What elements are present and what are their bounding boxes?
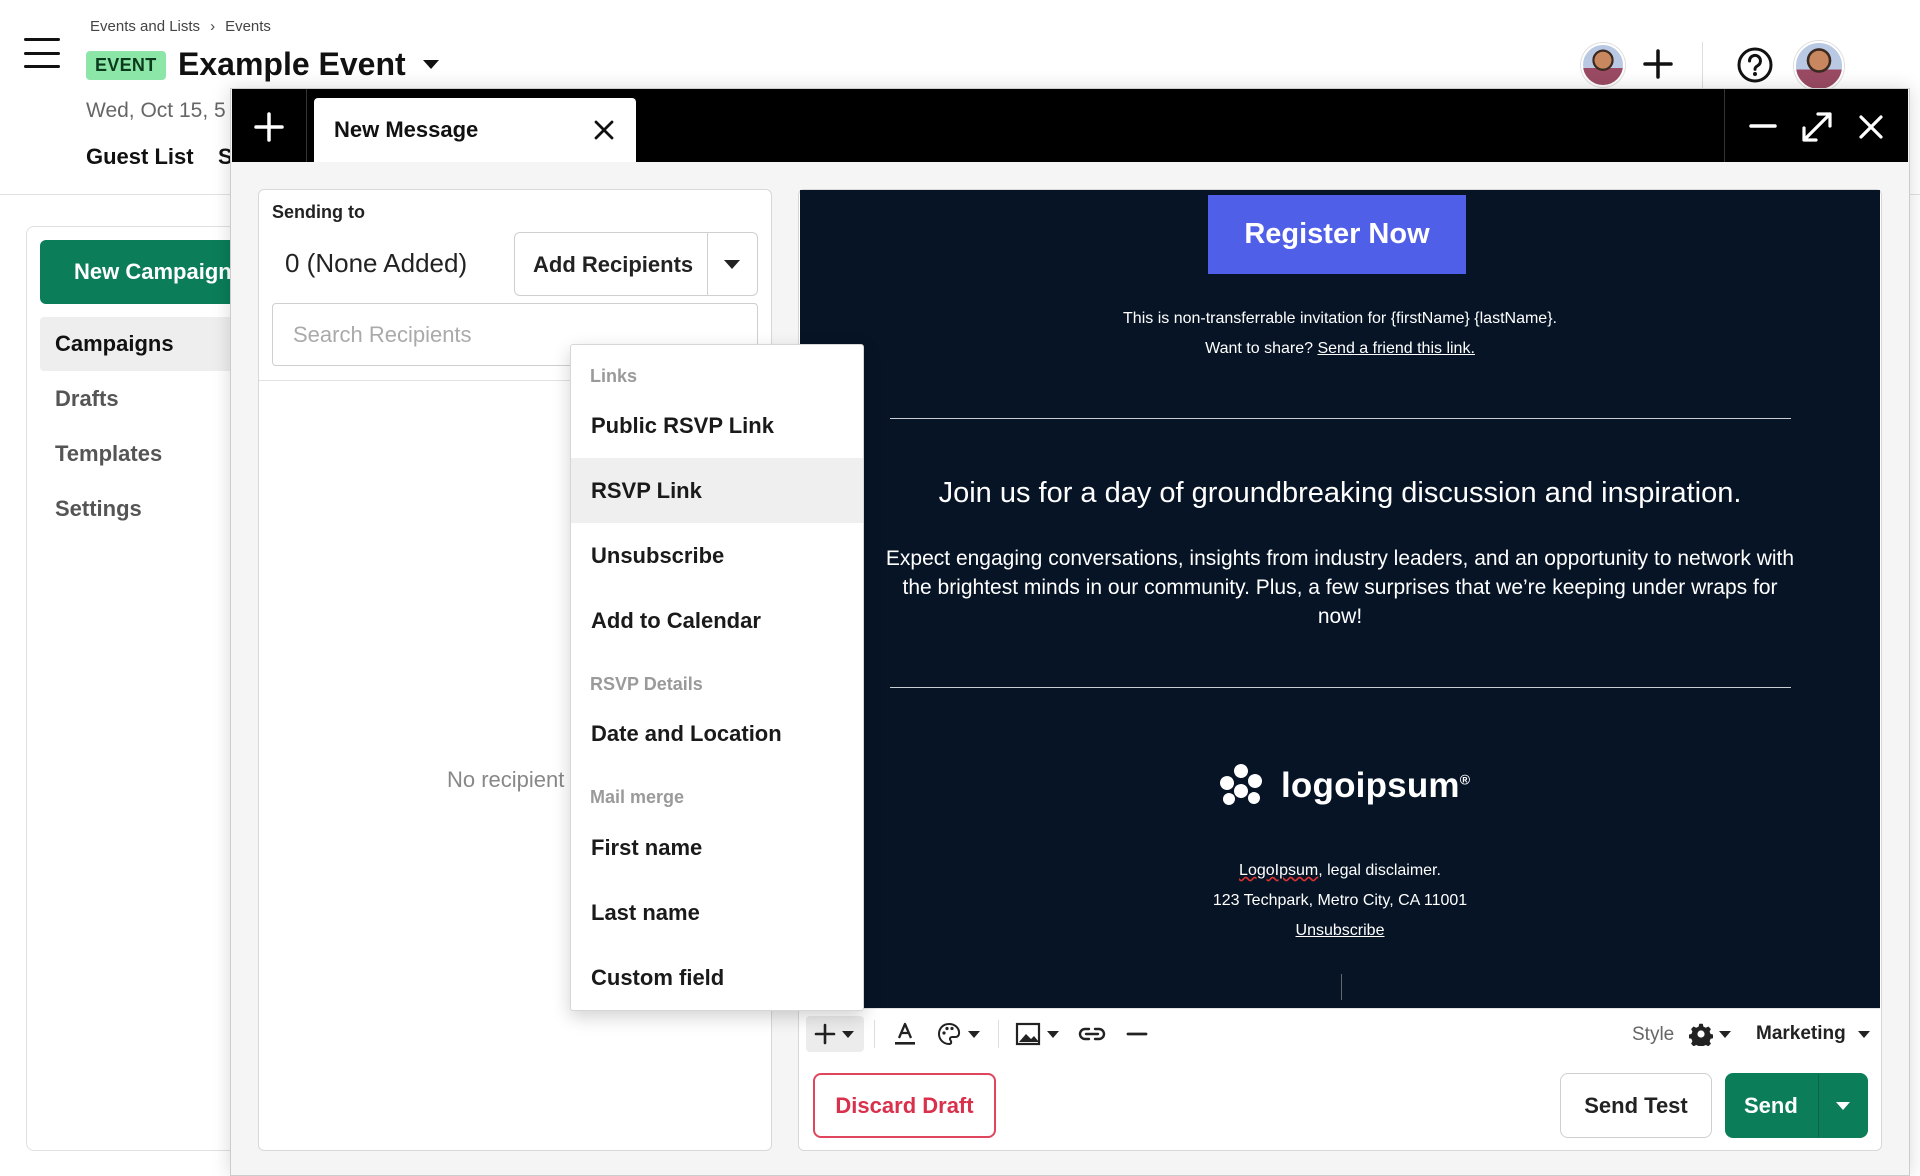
style-settings-button[interactable] bbox=[1689, 1016, 1731, 1052]
link-icon bbox=[1078, 1027, 1106, 1041]
divider-icon bbox=[1126, 1032, 1148, 1036]
palette-button[interactable] bbox=[936, 1016, 980, 1052]
minimize-icon[interactable] bbox=[1748, 106, 1778, 146]
topbar-separator bbox=[306, 89, 307, 162]
text-color-button[interactable] bbox=[893, 1016, 917, 1052]
event-date: Wed, Oct 15, 5 bbox=[86, 99, 226, 122]
header-separator bbox=[1702, 42, 1703, 88]
template-style-select[interactable]: Marketing bbox=[1756, 1016, 1870, 1052]
logo-wordmark: logoipsum bbox=[1281, 766, 1460, 805]
add-recipients-dropdown-icon[interactable] bbox=[724, 260, 740, 269]
menu-item-unsubscribe[interactable]: Unsubscribe bbox=[571, 523, 863, 588]
tab-guest-list[interactable]: Guest List bbox=[86, 144, 194, 170]
divider-button[interactable] bbox=[1125, 1016, 1149, 1052]
menu-item-rsvp-link[interactable]: RSVP Link bbox=[571, 458, 863, 523]
menu-item-last-name[interactable]: Last name bbox=[571, 880, 863, 945]
text-cursor bbox=[1341, 974, 1342, 1000]
menu-item-custom-field[interactable]: Custom field bbox=[571, 945, 863, 1010]
share-link[interactable]: Send a friend this link. bbox=[1317, 340, 1474, 357]
text-color-icon bbox=[895, 1022, 915, 1045]
register-now-button[interactable]: Register Now bbox=[1208, 195, 1466, 274]
collaborator-avatar[interactable] bbox=[1581, 43, 1625, 87]
share-line: Want to share? Send a friend this link. bbox=[900, 340, 1780, 358]
send-label[interactable]: Send bbox=[1744, 1093, 1798, 1119]
email-body: Expect engaging conversations, insights … bbox=[885, 547, 1795, 628]
add-recipients-label[interactable]: Add Recipients bbox=[533, 252, 693, 278]
menu-item-first-name[interactable]: First name bbox=[571, 815, 863, 880]
event-badge: EVENT bbox=[86, 51, 166, 80]
sending-to-label: Sending to bbox=[272, 202, 365, 222]
menu-item-date-and-location[interactable]: Date and Location bbox=[571, 701, 863, 766]
sidebar-item-drafts[interactable]: Drafts bbox=[55, 386, 119, 412]
user-avatar[interactable] bbox=[1794, 41, 1844, 91]
topbar-separator bbox=[1724, 89, 1725, 162]
hamburger-menu-icon[interactable] bbox=[24, 38, 60, 68]
chevron-down-icon bbox=[842, 1030, 854, 1038]
email-headline: Join us for a day of groundbreaking disc… bbox=[938, 477, 1742, 509]
send-button-separator bbox=[1818, 1074, 1819, 1137]
button-separator bbox=[707, 233, 708, 295]
invite-line: This is non-transferrable invitation for… bbox=[1123, 310, 1557, 327]
title-dropdown-icon[interactable] bbox=[423, 60, 439, 69]
empty-recipients-text: No recipient bbox=[447, 767, 565, 792]
new-tab-plus-icon[interactable] bbox=[250, 108, 288, 146]
menu-section-links: Links bbox=[590, 366, 638, 386]
template-style-label: Marketing bbox=[1756, 1023, 1846, 1044]
chevron-down-icon bbox=[1047, 1030, 1059, 1038]
close-tab-icon[interactable] bbox=[592, 118, 616, 142]
insert-button[interactable] bbox=[806, 1016, 864, 1052]
tab-new-message[interactable]: New Message bbox=[314, 98, 636, 162]
menu-item-public-rsvp-link[interactable]: Public RSVP Link bbox=[571, 393, 863, 458]
chevron-down-icon bbox=[1857, 1030, 1870, 1038]
discard-draft-button[interactable]: Discard Draft bbox=[813, 1073, 996, 1138]
sidebar-item-templates[interactable]: Templates bbox=[55, 441, 162, 467]
expand-icon[interactable] bbox=[1800, 110, 1834, 144]
chevron-down-icon bbox=[968, 1030, 980, 1038]
style-label: Style bbox=[1632, 1024, 1675, 1045]
breadcrumb-events-and-lists[interactable]: Events and Lists bbox=[90, 18, 200, 35]
logo-mark-icon bbox=[1220, 764, 1262, 805]
link-button[interactable] bbox=[1077, 1016, 1107, 1052]
logo-text: logoipsum® bbox=[1281, 766, 1470, 806]
help-icon[interactable] bbox=[1736, 46, 1774, 84]
breadcrumb-events[interactable]: Events bbox=[225, 18, 271, 35]
toolbar-separator bbox=[998, 1020, 999, 1048]
add-icon[interactable] bbox=[1640, 46, 1676, 82]
menu-section-rsvp-details: RSVP Details bbox=[590, 674, 703, 694]
share-prefix: Want to share? bbox=[1205, 340, 1314, 357]
legal-disclaimer: LogoIpsum, legal disclaimer. bbox=[900, 862, 1780, 880]
palette-icon bbox=[937, 1022, 961, 1046]
recipient-count: 0 (None Added) bbox=[285, 248, 468, 278]
plus-icon bbox=[814, 1023, 836, 1045]
email-unsubscribe-link[interactable]: Unsubscribe bbox=[1240, 922, 1440, 940]
breadcrumb: Events and Lists › Events bbox=[90, 18, 271, 35]
send-options-dropdown-icon[interactable] bbox=[1836, 1102, 1850, 1110]
sidebar-item-settings[interactable]: Settings bbox=[55, 496, 142, 522]
gear-icon bbox=[1689, 1023, 1713, 1046]
close-icon[interactable] bbox=[1856, 112, 1886, 142]
menu-item-add-to-calendar[interactable]: Add to Calendar bbox=[571, 588, 863, 653]
toolbar-separator bbox=[874, 1020, 875, 1048]
chevron-down-icon bbox=[1719, 1030, 1731, 1038]
image-icon bbox=[1015, 1022, 1041, 1046]
registered-mark: ® bbox=[1459, 771, 1471, 788]
menu-section-mail-merge: Mail merge bbox=[590, 787, 685, 807]
image-button[interactable] bbox=[1015, 1016, 1059, 1052]
company-address: 123 Techpark, Metro City, CA 11001 bbox=[1212, 892, 1468, 909]
email-divider bbox=[890, 418, 1791, 419]
send-test-button[interactable]: Send Test bbox=[1560, 1073, 1712, 1138]
email-divider bbox=[890, 687, 1791, 688]
disclaimer-brand: LogoIpsum bbox=[1239, 862, 1319, 879]
disclaimer-text: , legal disclaimer. bbox=[1318, 862, 1441, 879]
page-title: Example Event bbox=[178, 46, 406, 82]
chevron-right-icon: › bbox=[210, 18, 216, 35]
